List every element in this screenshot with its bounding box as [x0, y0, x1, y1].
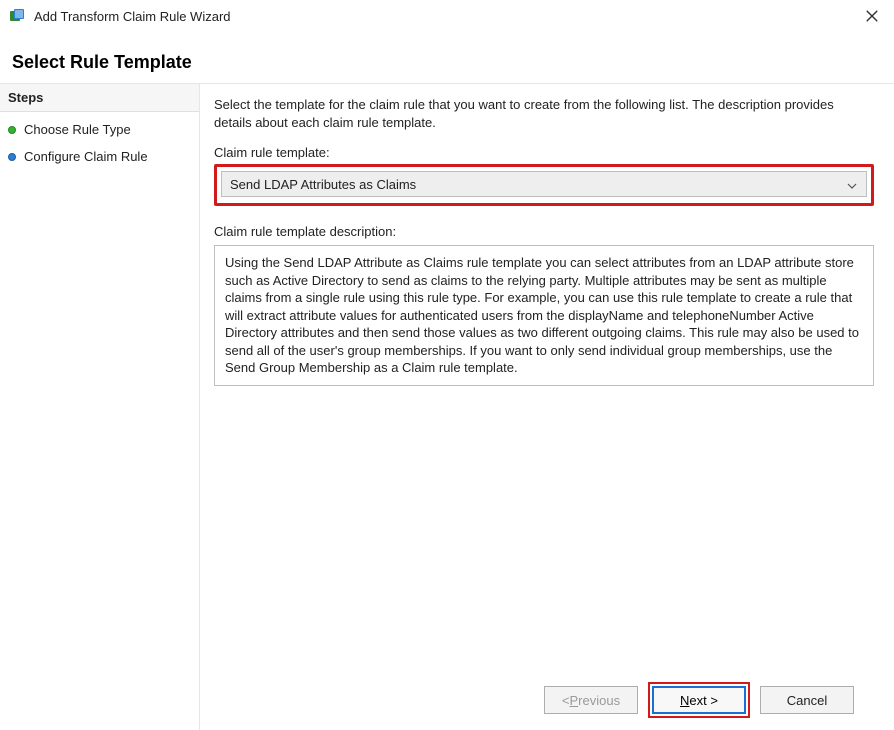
step-configure-claim-rule[interactable]: Configure Claim Rule [0, 143, 199, 170]
btn-text-accel: N [680, 693, 689, 708]
template-description-label: Claim rule template description: [214, 224, 874, 239]
cancel-button[interactable]: Cancel [760, 686, 854, 714]
steps-pane: Steps Choose Rule Type Configure Claim R… [0, 84, 200, 730]
step-choose-rule-type[interactable]: Choose Rule Type [0, 116, 199, 143]
close-button[interactable] [850, 0, 894, 32]
steps-heading: Steps [0, 84, 199, 112]
next-button[interactable]: Next > [652, 686, 746, 714]
template-label: Claim rule template: [214, 145, 874, 160]
titlebar: Add Transform Claim Rule Wizard [0, 0, 894, 32]
btn-text-prefix: < [562, 693, 570, 708]
steps-list: Choose Rule Type Configure Claim Rule [0, 112, 199, 170]
btn-text-rest: revious [578, 693, 620, 708]
bullet-done-icon [8, 126, 16, 134]
claim-rule-template-dropdown[interactable]: Send LDAP Attributes as Claims [221, 171, 867, 197]
btn-text: Cancel [787, 693, 827, 708]
step-label: Configure Claim Rule [24, 149, 148, 164]
wizard-window: Add Transform Claim Rule Wizard Select R… [0, 0, 894, 730]
template-description-box: Using the Send LDAP Attribute as Claims … [214, 245, 874, 386]
bullet-pending-icon [8, 153, 16, 161]
next-button-highlight: Next > [648, 682, 750, 718]
page-title: Select Rule Template [12, 52, 894, 73]
template-dropdown-highlight: Send LDAP Attributes as Claims [214, 164, 874, 206]
window-title: Add Transform Claim Rule Wizard [34, 9, 850, 24]
btn-text-accel: P [570, 693, 579, 708]
wizard-header: Select Rule Template [0, 32, 894, 83]
app-icon [8, 7, 26, 25]
intro-text: Select the template for the claim rule t… [214, 96, 874, 131]
content-pane: Select the template for the claim rule t… [200, 84, 894, 730]
previous-button: < Previous [544, 686, 638, 714]
dropdown-selected-text: Send LDAP Attributes as Claims [230, 177, 844, 192]
wizard-body: Steps Choose Rule Type Configure Claim R… [0, 83, 894, 730]
button-bar: < Previous Next > Cancel [214, 674, 874, 730]
template-description-text: Using the Send LDAP Attribute as Claims … [225, 255, 859, 375]
step-label: Choose Rule Type [24, 122, 131, 137]
btn-text-rest: ext > [689, 693, 718, 708]
chevron-down-icon [844, 177, 860, 192]
